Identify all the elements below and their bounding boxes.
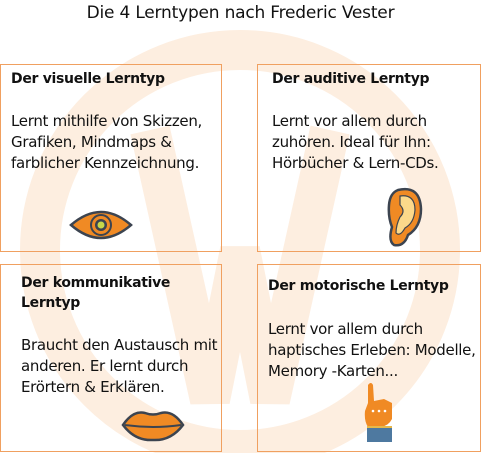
lips-icon [121,411,185,442]
ear-icon [387,187,423,247]
card-text: Lernt vor allem durch haptisches Erleben… [268,320,476,380]
card-text: Braucht den Austausch mit anderen. Er le… [21,336,218,396]
card-motor: Der motorische Lerntyp Lernt vor allem d… [257,264,481,452]
card-visual: Der visuelle Lerntyp Lernt mithilfe von … [0,64,222,252]
card-text: Lernt mithilfe von Skizzen, Grafiken, Mi… [11,112,203,172]
card-text: Lernt vor allem durch zuhören. Ideal für… [272,112,439,172]
card-heading: Der motorische Lerntyp [268,278,449,294]
card-heading: Der auditive Lerntyp [272,71,430,87]
card-auditory: Der auditive Lerntyp Lernt vor allem dur… [257,64,481,252]
eye-icon [69,210,133,240]
card-heading: Der visuelle Lerntyp [11,71,165,87]
card-heading: Der kommunikative Lerntyp [21,275,171,311]
pointing-hand-icon [364,383,392,442]
page-title: Die 4 Lerntypen nach Frederic Vester [86,3,395,23]
card-communicative: Der kommunikative Lerntyp Braucht den Au… [0,264,222,452]
